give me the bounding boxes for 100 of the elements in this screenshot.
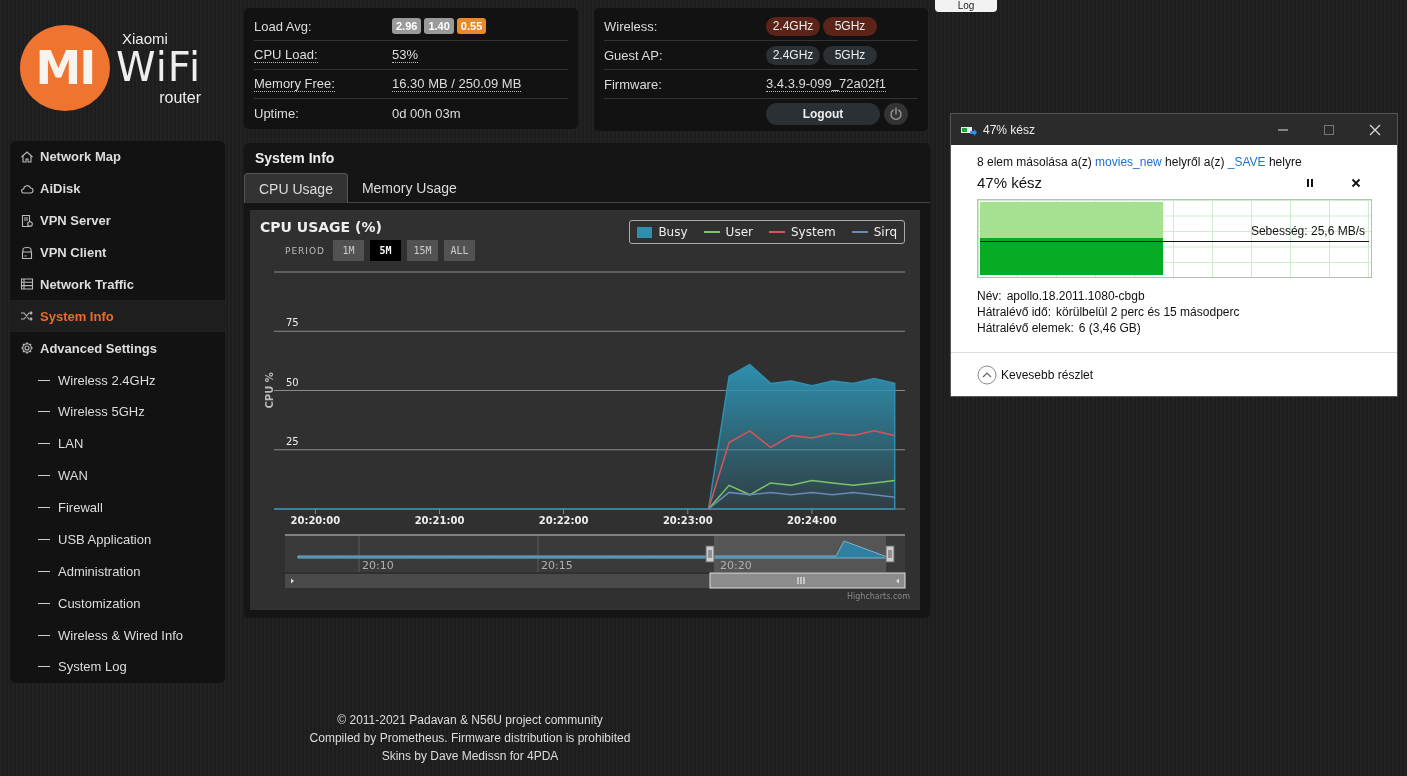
range-handle[interactable] — [885, 545, 895, 563]
load-badge: 1.40 — [424, 18, 454, 34]
dash-icon — [38, 475, 50, 477]
dash-icon — [38, 570, 50, 572]
gear-icon — [20, 341, 34, 356]
nav-item[interactable]: Advanced Settings — [10, 332, 225, 365]
period-label: PERIOD — [285, 245, 326, 256]
load-badge: 0.55 — [456, 18, 487, 34]
x-tick-label: 20:21:00 — [414, 515, 465, 526]
period-button[interactable]: 5M — [370, 240, 402, 261]
nav-item[interactable]: Network Traffic — [10, 268, 225, 301]
power-button[interactable] — [884, 103, 908, 125]
nav-item[interactable]: AiDisk — [10, 172, 225, 205]
y-tick-label: 25 — [286, 435, 299, 447]
band-toggle[interactable]: 5GHz — [823, 16, 877, 36]
nav-subitem[interactable]: Wireless 2.4GHz — [10, 364, 225, 396]
nav-subitem[interactable]: USB Application — [10, 523, 225, 556]
dash-icon — [38, 507, 50, 509]
stat-value: 0d 00h 03m — [392, 105, 461, 121]
range-handle[interactable] — [705, 545, 715, 563]
folder-link[interactable]: movies_new — [1095, 155, 1162, 169]
nav-subitem[interactable]: Wireless 5GHz — [10, 396, 225, 428]
navigator-drawing[interactable] — [284, 534, 906, 573]
nav-subitem[interactable]: Customization — [10, 587, 225, 620]
x-tick-label: 20:20:00 — [290, 515, 341, 526]
period-button[interactable]: 1M — [333, 240, 365, 261]
copy-message: 8 elem másolása a(z) movies_new helyről a(z) _SAVE helyre — [977, 155, 1303, 169]
logo-mark: MI — [20, 25, 110, 111]
period-button[interactable]: ALL — [444, 240, 476, 261]
nav-item[interactable]: VPN Server — [10, 204, 225, 237]
band-toggle[interactable]: 5GHz — [823, 45, 877, 65]
stat-value: 53% — [392, 47, 419, 63]
nav-subitem[interactable]: System Log — [10, 651, 225, 683]
wireless-label: Wireless: — [604, 18, 658, 34]
nav-subitem[interactable]: Firewall — [10, 491, 225, 524]
y-axis-title: CPU % — [264, 372, 275, 409]
x-tick-label: 20:23:00 — [662, 515, 713, 526]
nav-subitem[interactable]: WAN — [10, 459, 225, 492]
nav-item[interactable]: System Info — [10, 300, 225, 333]
legend-item[interactable]: User — [703, 225, 753, 239]
stat-label: CPU Load: — [254, 47, 318, 63]
detail-value: apollo.18.2011.1080-cbgb — [1006, 288, 1145, 304]
tab[interactable]: CPU Usage — [244, 173, 348, 203]
x-tick-label: 20:22:00 — [538, 515, 589, 526]
house-icon — [20, 149, 34, 164]
pause-icon[interactable] — [1305, 177, 1315, 188]
y-tick-label: 50 — [286, 376, 299, 388]
power-icon — [889, 107, 903, 121]
dash-icon — [38, 602, 50, 604]
wireless-label: Firmware: — [604, 76, 662, 92]
footer-text: Skins by Dave Medissn for 4PDA — [380, 748, 560, 765]
log-button[interactable]: Log — [935, 0, 997, 12]
detail-value: 6 (3,46 GB) — [1078, 320, 1141, 336]
dash-icon — [38, 411, 50, 413]
legend-item[interactable]: System — [768, 225, 836, 239]
dash-icon — [38, 443, 50, 445]
band-toggle[interactable]: 2.4GHz — [766, 45, 820, 65]
footer-text: Compiled by Prometheus. Firmware distribution is prohibited — [308, 730, 632, 747]
logo-title: WiFi — [116, 43, 201, 90]
speed-label: Sebesség: 25,6 MB/s — [1250, 224, 1365, 238]
credit-label[interactable]: Highcharts.com — [847, 592, 910, 601]
y-tick-label: 75 — [286, 317, 299, 329]
dash-icon — [38, 666, 50, 668]
detail-value: körülbelül 2 perc és 15 másodperc — [1056, 304, 1240, 320]
list-icon — [20, 277, 34, 292]
nav-item[interactable]: Network Map — [10, 141, 225, 173]
navigator-scrollbar[interactable] — [285, 572, 906, 589]
cancel-icon[interactable] — [1351, 177, 1361, 188]
logo-brand: Xiaomi — [122, 30, 168, 46]
nav-item[interactable]: VPN Client — [10, 236, 225, 269]
logout-button[interactable]: Logout — [766, 103, 880, 125]
x-tick-label: 20:24:00 — [787, 515, 837, 526]
drive-icon — [20, 245, 34, 260]
legend-item[interactable]: Sirq — [851, 225, 897, 239]
dash-icon — [38, 634, 50, 636]
wireless-label: Guest AP: — [604, 47, 663, 63]
panel-title: System Info — [254, 149, 336, 168]
close-icon[interactable] — [1369, 123, 1381, 136]
stat-label: Uptime: — [254, 105, 299, 121]
nav-subitem[interactable]: Wireless & Wired Info — [10, 619, 225, 651]
firmware-value: 3.4.3.9-099_72a02f1 — [766, 76, 886, 92]
detail-label: Név: — [977, 288, 1002, 304]
dash-icon — [38, 538, 50, 540]
logo-subtitle: router — [159, 89, 201, 106]
period-button[interactable]: 15M — [407, 240, 439, 261]
navigator-time-label: 20:15 — [541, 559, 573, 572]
navigator-time-label: 20:20 — [720, 559, 752, 572]
chevron-up-icon — [977, 364, 997, 385]
details-toggle[interactable]: Kevesebb részlet — [977, 364, 1094, 385]
maximize-icon[interactable] — [1323, 123, 1335, 136]
server-icon — [20, 213, 34, 228]
navigator-time-label: 20:10 — [362, 559, 394, 572]
folder-link[interactable]: _SAVE — [1227, 155, 1266, 169]
legend-item[interactable]: Busy — [637, 225, 688, 239]
tab[interactable]: Memory Usage — [347, 173, 471, 203]
band-toggle[interactable]: 2.4GHz — [766, 16, 820, 36]
detail-label: Hátralévő elemek: — [977, 320, 1074, 336]
stat-label: Memory Free: — [254, 76, 335, 92]
nav-subitem[interactable]: Administration — [10, 555, 225, 588]
nav-subitem[interactable]: LAN — [10, 427, 225, 460]
